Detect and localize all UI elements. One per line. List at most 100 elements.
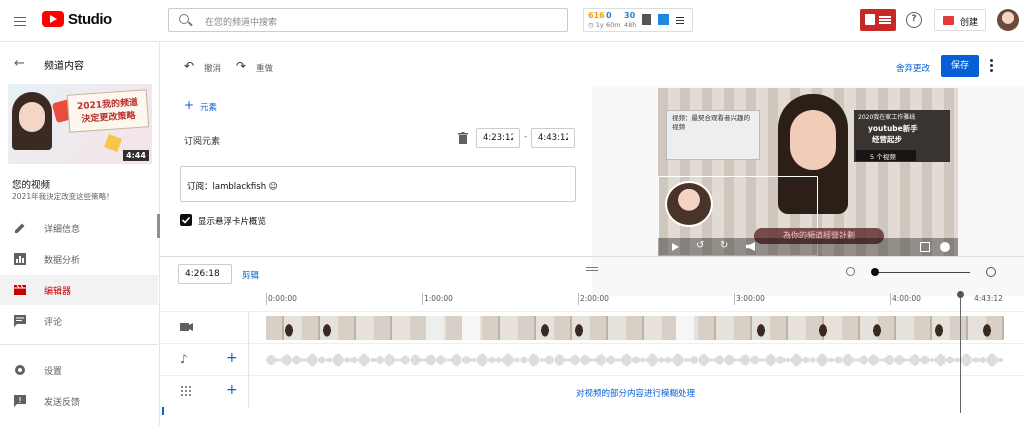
sidebar-item-label: 评论 [44, 318, 63, 328]
more-options-icon[interactable] [990, 57, 993, 74]
channel-avatar [665, 181, 713, 227]
ext-play-icon[interactable] [658, 14, 669, 25]
blur-icon [180, 385, 192, 400]
sidebar-item-editor[interactable]: 编辑器 [0, 275, 158, 305]
sidebar-item-details[interactable]: 详细信息 [0, 213, 158, 243]
comments-icon [14, 315, 26, 327]
redo-button[interactable]: 重做 [256, 62, 273, 74]
video-title: 2021年我決定改变这些策略！ [12, 192, 114, 201]
delete-icon[interactable] [458, 132, 468, 147]
ruler-label: 1:00:00 [424, 294, 453, 303]
blur-link[interactable]: 对视频的部分内容进行模糊处理 [576, 387, 695, 399]
ruler-label: 4:43:12 [974, 294, 1003, 303]
redo-icon[interactable]: ↷ [236, 59, 246, 73]
zoom-out-icon[interactable] [846, 267, 855, 276]
ext-label-1: ◷ 1y [588, 21, 604, 29]
search-box[interactable]: 在您的频道中搜索 [168, 8, 568, 32]
ruler-label: 3:00:00 [736, 294, 765, 303]
zoom-slider-thumb[interactable] [871, 268, 879, 276]
analytics-icon [14, 253, 26, 265]
add-icon[interactable]: + [184, 98, 194, 112]
show-hover-checkbox[interactable] [180, 214, 192, 226]
sidebar-item-label: 设置 [44, 367, 63, 377]
player-settings-icon[interactable] [940, 242, 950, 252]
add-element-button[interactable]: 元素 [200, 101, 217, 113]
ext-count-1: 616 [588, 11, 605, 20]
ext-label-3: 48h [624, 21, 637, 29]
video-preview[interactable]: 视频：最契合观看者兴趣的视频 2020我在家工作雅线 youtube新手 经营起… [658, 88, 958, 256]
menu-icon[interactable] [14, 14, 26, 29]
timeline-resize-handle[interactable] [586, 265, 598, 271]
feedback-icon [14, 395, 26, 407]
card-left-text: 视频：最契合观看者兴趣的视频 [672, 114, 750, 131]
volume-icon[interactable] [746, 242, 755, 251]
ext-menu-icon[interactable] [676, 15, 684, 26]
create-button[interactable]: 创建 [934, 9, 986, 31]
duration-badge: 4:44 [123, 150, 149, 161]
end-time-input[interactable] [531, 128, 575, 148]
add-blur-button[interactable]: + [226, 382, 238, 398]
current-time-input[interactable] [178, 264, 232, 284]
youtube-logo-icon[interactable] [42, 11, 64, 27]
back-arrow-icon[interactable]: ← [14, 56, 25, 71]
time-ruler[interactable]: 0:00:00 1:00:00 2:00:00 3:00:00 4:00:00 … [266, 293, 1004, 307]
video-thumbnail[interactable]: 2021我的频道 決定更改策略 4:44 [8, 84, 152, 164]
trim-button[interactable]: 剪辑 [242, 269, 259, 281]
zoom-in-icon[interactable] [986, 267, 996, 277]
ext-chart-icon[interactable] [642, 14, 651, 25]
grid-icon[interactable] [920, 242, 930, 252]
ruler-label: 0:00:00 [268, 294, 297, 303]
search-icon [179, 14, 189, 24]
ext-count-2: 0 [606, 11, 612, 20]
forward-icon[interactable]: ↻ [720, 240, 728, 251]
app-name: Studio [68, 11, 112, 28]
your-video-label: 您的视频 [12, 180, 51, 191]
sidebar-item-label: 详细信息 [44, 225, 81, 235]
account-avatar[interactable] [997, 9, 1019, 31]
start-time-input[interactable] [476, 128, 520, 148]
stats-extension[interactable]: 616 0 30 ◷ 1y 60m 48h [583, 8, 693, 32]
undo-icon[interactable]: ↶ [184, 59, 194, 73]
sidebar-item-label: 发送反馈 [44, 398, 81, 408]
video-card-left[interactable]: 视频：最契合观看者兴趣的视频 [666, 110, 760, 160]
audio-waveform [266, 353, 1003, 367]
top-bar: Studio 在您的频道中搜索 616 0 30 ◷ 1y 60m 48h ? … [0, 0, 1024, 42]
save-button[interactable]: 保存 [941, 55, 979, 77]
pencil-icon [14, 222, 26, 234]
subscribe-field[interactable]: 订阅：lamblackfish ☺ [180, 166, 576, 202]
create-camera-icon [943, 16, 954, 25]
help-icon[interactable]: ? [906, 12, 922, 28]
ruler-label: 4:00:00 [892, 294, 921, 303]
video-camera-icon [180, 322, 193, 335]
sidebar-divider [0, 344, 158, 345]
sidebar: ← 频道内容 2021我的频道 決定更改策略 4:44 您的视频 2021年我決… [0, 42, 160, 426]
discard-changes-button[interactable]: 舍弃更改 [896, 62, 930, 74]
subscribe-field-value: 订阅：lamblackfish ☺ [187, 182, 278, 192]
extension-toggle-button[interactable] [860, 9, 896, 31]
audio-track[interactable]: ♪ + [160, 343, 1024, 375]
add-audio-button[interactable]: + [226, 350, 238, 366]
editor-main: ↶ 撤消 ↷ 重做 舍弃更改 保存 + 元素 订阅元素 - 订阅：lamblac… [160, 42, 1024, 426]
ext-label-2: 60m [606, 21, 621, 29]
subscribe-element-label: 订阅元素 [184, 137, 221, 147]
sidebar-item-analytics[interactable]: 数据分析 [0, 244, 158, 274]
rewind-icon[interactable]: ↺ [696, 240, 704, 251]
sidebar-item-label: 编辑器 [44, 287, 72, 297]
editor-icon [14, 284, 26, 296]
timeline: 剪辑 0:00:00 1:00:00 2:00:00 3:00:00 4:00:… [160, 256, 1024, 426]
undo-button[interactable]: 撤消 [204, 62, 221, 74]
sidebar-item-settings[interactable]: 设置 [0, 355, 158, 385]
sidebar-item-feedback[interactable]: 发送反馈 [0, 386, 158, 416]
zoom-slider[interactable] [876, 272, 970, 273]
play-icon[interactable] [672, 243, 679, 251]
player-controls: ↺ ↻ [658, 238, 958, 256]
video-card-right[interactable]: 2020我在家工作雅线 youtube新手 经营起步 5 个视频 [854, 110, 950, 162]
card-right-sub2: 经营起步 [872, 135, 902, 144]
sidebar-item-comments[interactable]: 评论 [0, 306, 158, 336]
track-divider [248, 311, 249, 407]
blur-track[interactable]: + 对视频的部分内容进行模糊处理 [160, 375, 1024, 407]
video-frames[interactable] [266, 316, 1004, 340]
search-placeholder[interactable]: 在您的频道中搜索 [205, 15, 277, 28]
video-track[interactable] [160, 311, 1024, 343]
playhead[interactable] [957, 291, 964, 413]
